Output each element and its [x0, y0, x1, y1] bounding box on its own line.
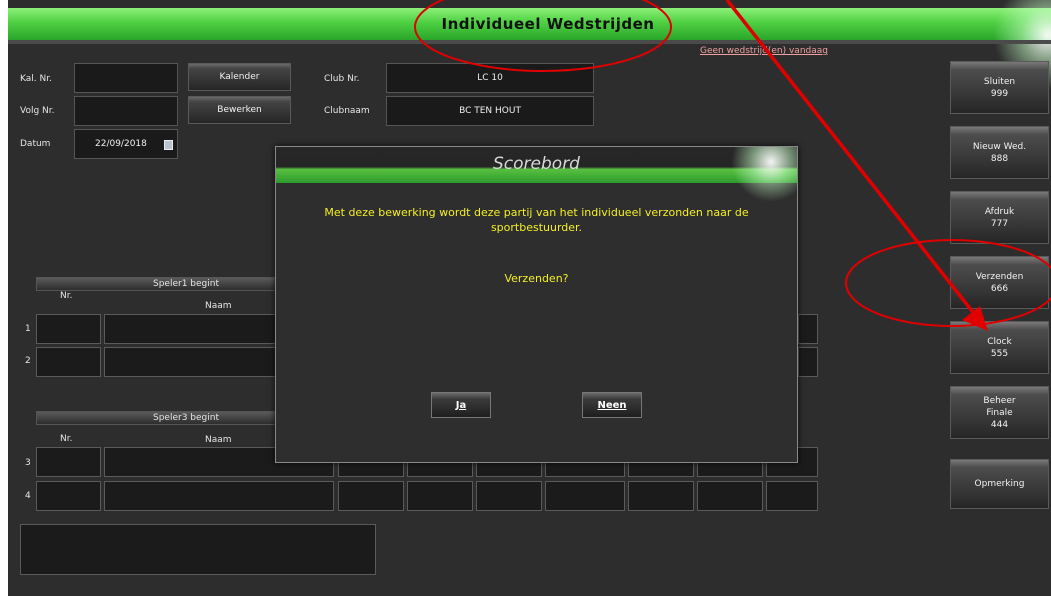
annotation-ellipse-title [414, 0, 672, 72]
annotation-overlay [414, 0, 1051, 331]
annotation-arrow-head [962, 306, 988, 331]
